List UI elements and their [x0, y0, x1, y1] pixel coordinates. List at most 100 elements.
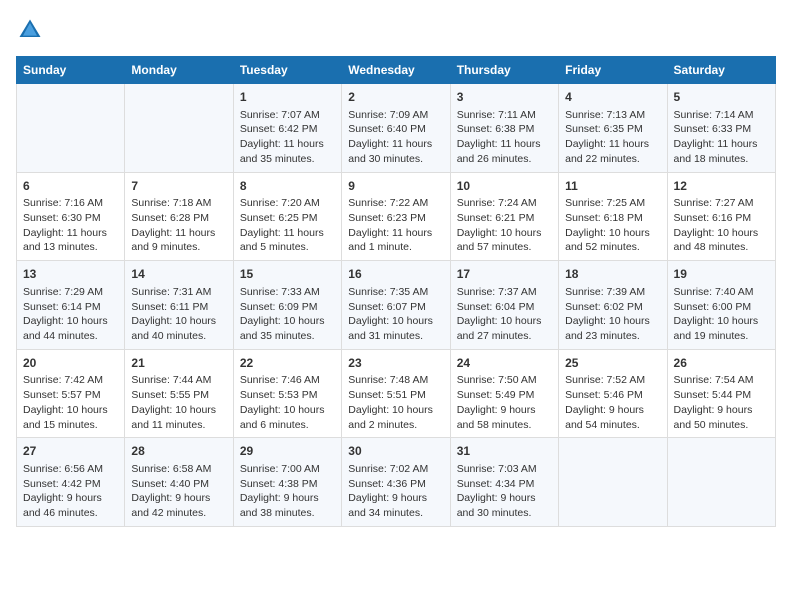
day-content: Sunrise: 7:29 AM Sunset: 6:14 PM Dayligh… — [23, 285, 118, 344]
day-content: Sunrise: 7:07 AM Sunset: 6:42 PM Dayligh… — [240, 108, 335, 167]
day-number: 2 — [348, 89, 443, 106]
calendar-header-row: SundayMondayTuesdayWednesdayThursdayFrid… — [17, 57, 776, 84]
day-number: 10 — [457, 178, 552, 195]
day-cell: 28 Sunrise: 6:58 AM Sunset: 4:40 PM Dayli… — [125, 438, 233, 527]
day-number: 3 — [457, 89, 552, 106]
day-number: 29 — [240, 443, 335, 460]
day-content: Sunrise: 7:13 AM Sunset: 6:35 PM Dayligh… — [565, 108, 660, 167]
day-cell: 21Sunrise: 7:44 AM Sunset: 5:55 PM Dayli… — [125, 349, 233, 438]
day-content: Sunrise: 7:52 AM Sunset: 5:46 PM Dayligh… — [565, 373, 660, 432]
header-cell-sunday: Sunday — [17, 57, 125, 84]
day-cell: 24Sunrise: 7:50 AM Sunset: 5:49 PM Dayli… — [450, 349, 558, 438]
day-number: 11 — [565, 178, 660, 195]
day-cell: 30 Sunrise: 7:02 AM Sunset: 4:36 PM Dayli… — [342, 438, 450, 527]
day-content: Sunrise: 7:25 AM Sunset: 6:18 PM Dayligh… — [565, 196, 660, 255]
day-content: Sunrise: 7:03 AM Sunset: 4:34 PM Dayligh… — [457, 462, 552, 521]
day-number: 24 — [457, 355, 552, 372]
day-content: Sunrise: 7:39 AM Sunset: 6:02 PM Dayligh… — [565, 285, 660, 344]
day-number: 23 — [348, 355, 443, 372]
day-cell: 23Sunrise: 7:48 AM Sunset: 5:51 PM Dayli… — [342, 349, 450, 438]
day-cell — [17, 84, 125, 173]
day-cell: 6Sunrise: 7:16 AM Sunset: 6:30 PM Daylig… — [17, 172, 125, 261]
day-number: 30 — [348, 443, 443, 460]
day-number: 12 — [674, 178, 769, 195]
day-number: 16 — [348, 266, 443, 283]
day-content: Sunrise: 7:46 AM Sunset: 5:53 PM Dayligh… — [240, 373, 335, 432]
day-content: Sunrise: 7:37 AM Sunset: 6:04 PM Dayligh… — [457, 285, 552, 344]
day-number: 17 — [457, 266, 552, 283]
week-row-2: 6Sunrise: 7:16 AM Sunset: 6:30 PM Daylig… — [17, 172, 776, 261]
day-cell: 8Sunrise: 7:20 AM Sunset: 6:25 PM Daylig… — [233, 172, 341, 261]
day-number: 15 — [240, 266, 335, 283]
day-cell: 9Sunrise: 7:22 AM Sunset: 6:23 PM Daylig… — [342, 172, 450, 261]
day-number: 6 — [23, 178, 118, 195]
day-content: Sunrise: 6:58 AM Sunset: 4:40 PM Dayligh… — [131, 462, 226, 521]
day-number: 27 — [23, 443, 118, 460]
page-header — [16, 16, 776, 44]
day-content: Sunrise: 7:42 AM Sunset: 5:57 PM Dayligh… — [23, 373, 118, 432]
day-cell: 4 Sunrise: 7:13 AM Sunset: 6:35 PM Daylig… — [559, 84, 667, 173]
day-content: Sunrise: 7:18 AM Sunset: 6:28 PM Dayligh… — [131, 196, 226, 255]
day-cell: 17 Sunrise: 7:37 AM Sunset: 6:04 PM Dayli… — [450, 261, 558, 350]
day-content: Sunrise: 7:44 AM Sunset: 5:55 PM Dayligh… — [131, 373, 226, 432]
day-content: Sunrise: 7:00 AM Sunset: 4:38 PM Dayligh… — [240, 462, 335, 521]
day-cell: 10Sunrise: 7:24 AM Sunset: 6:21 PM Dayli… — [450, 172, 558, 261]
day-cell — [125, 84, 233, 173]
week-row-4: 20Sunrise: 7:42 AM Sunset: 5:57 PM Dayli… — [17, 349, 776, 438]
day-cell: 11Sunrise: 7:25 AM Sunset: 6:18 PM Dayli… — [559, 172, 667, 261]
day-content: Sunrise: 7:22 AM Sunset: 6:23 PM Dayligh… — [348, 196, 443, 255]
day-content: Sunrise: 7:24 AM Sunset: 6:21 PM Dayligh… — [457, 196, 552, 255]
day-cell: 20Sunrise: 7:42 AM Sunset: 5:57 PM Dayli… — [17, 349, 125, 438]
week-row-5: 27 Sunrise: 6:56 AM Sunset: 4:42 PM Dayli… — [17, 438, 776, 527]
day-content: Sunrise: 7:40 AM Sunset: 6:00 PM Dayligh… — [674, 285, 769, 344]
day-cell: 25Sunrise: 7:52 AM Sunset: 5:46 PM Dayli… — [559, 349, 667, 438]
day-cell — [667, 438, 775, 527]
day-cell: 1 Sunrise: 7:07 AM Sunset: 6:42 PM Daylig… — [233, 84, 341, 173]
day-content: Sunrise: 7:48 AM Sunset: 5:51 PM Dayligh… — [348, 373, 443, 432]
day-number: 28 — [131, 443, 226, 460]
day-content: Sunrise: 7:20 AM Sunset: 6:25 PM Dayligh… — [240, 196, 335, 255]
day-number: 4 — [565, 89, 660, 106]
day-number: 9 — [348, 178, 443, 195]
day-number: 1 — [240, 89, 335, 106]
header-cell-friday: Friday — [559, 57, 667, 84]
day-cell: 12Sunrise: 7:27 AM Sunset: 6:16 PM Dayli… — [667, 172, 775, 261]
day-number: 22 — [240, 355, 335, 372]
day-number: 20 — [23, 355, 118, 372]
day-cell: 16 Sunrise: 7:35 AM Sunset: 6:07 PM Dayli… — [342, 261, 450, 350]
day-content: Sunrise: 7:54 AM Sunset: 5:44 PM Dayligh… — [674, 373, 769, 432]
day-number: 8 — [240, 178, 335, 195]
day-content: Sunrise: 7:31 AM Sunset: 6:11 PM Dayligh… — [131, 285, 226, 344]
day-cell: 22Sunrise: 7:46 AM Sunset: 5:53 PM Dayli… — [233, 349, 341, 438]
day-cell: 15 Sunrise: 7:33 AM Sunset: 6:09 PM Dayli… — [233, 261, 341, 350]
header-cell-tuesday: Tuesday — [233, 57, 341, 84]
day-cell: 27 Sunrise: 6:56 AM Sunset: 4:42 PM Dayli… — [17, 438, 125, 527]
header-cell-monday: Monday — [125, 57, 233, 84]
day-cell: 18 Sunrise: 7:39 AM Sunset: 6:02 PM Dayli… — [559, 261, 667, 350]
day-cell: 29 Sunrise: 7:00 AM Sunset: 4:38 PM Dayli… — [233, 438, 341, 527]
day-content: Sunrise: 7:16 AM Sunset: 6:30 PM Dayligh… — [23, 196, 118, 255]
day-content: Sunrise: 7:02 AM Sunset: 4:36 PM Dayligh… — [348, 462, 443, 521]
day-cell: 2 Sunrise: 7:09 AM Sunset: 6:40 PM Daylig… — [342, 84, 450, 173]
header-cell-wednesday: Wednesday — [342, 57, 450, 84]
day-cell: 3 Sunrise: 7:11 AM Sunset: 6:38 PM Daylig… — [450, 84, 558, 173]
day-content: Sunrise: 7:35 AM Sunset: 6:07 PM Dayligh… — [348, 285, 443, 344]
day-content: Sunrise: 7:33 AM Sunset: 6:09 PM Dayligh… — [240, 285, 335, 344]
day-cell: 14Sunrise: 7:31 AM Sunset: 6:11 PM Dayli… — [125, 261, 233, 350]
day-number: 18 — [565, 266, 660, 283]
day-cell — [559, 438, 667, 527]
calendar-table: SundayMondayTuesdayWednesdayThursdayFrid… — [16, 56, 776, 527]
day-number: 19 — [674, 266, 769, 283]
day-number: 13 — [23, 266, 118, 283]
header-cell-saturday: Saturday — [667, 57, 775, 84]
day-content: Sunrise: 6:56 AM Sunset: 4:42 PM Dayligh… — [23, 462, 118, 521]
week-row-3: 13 Sunrise: 7:29 AM Sunset: 6:14 PM Dayli… — [17, 261, 776, 350]
day-number: 5 — [674, 89, 769, 106]
day-cell: 26Sunrise: 7:54 AM Sunset: 5:44 PM Dayli… — [667, 349, 775, 438]
day-content: Sunrise: 7:11 AM Sunset: 6:38 PM Dayligh… — [457, 108, 552, 167]
header-cell-thursday: Thursday — [450, 57, 558, 84]
logo-icon — [16, 16, 44, 44]
day-number: 25 — [565, 355, 660, 372]
day-content: Sunrise: 7:09 AM Sunset: 6:40 PM Dayligh… — [348, 108, 443, 167]
day-content: Sunrise: 7:14 AM Sunset: 6:33 PM Dayligh… — [674, 108, 769, 167]
